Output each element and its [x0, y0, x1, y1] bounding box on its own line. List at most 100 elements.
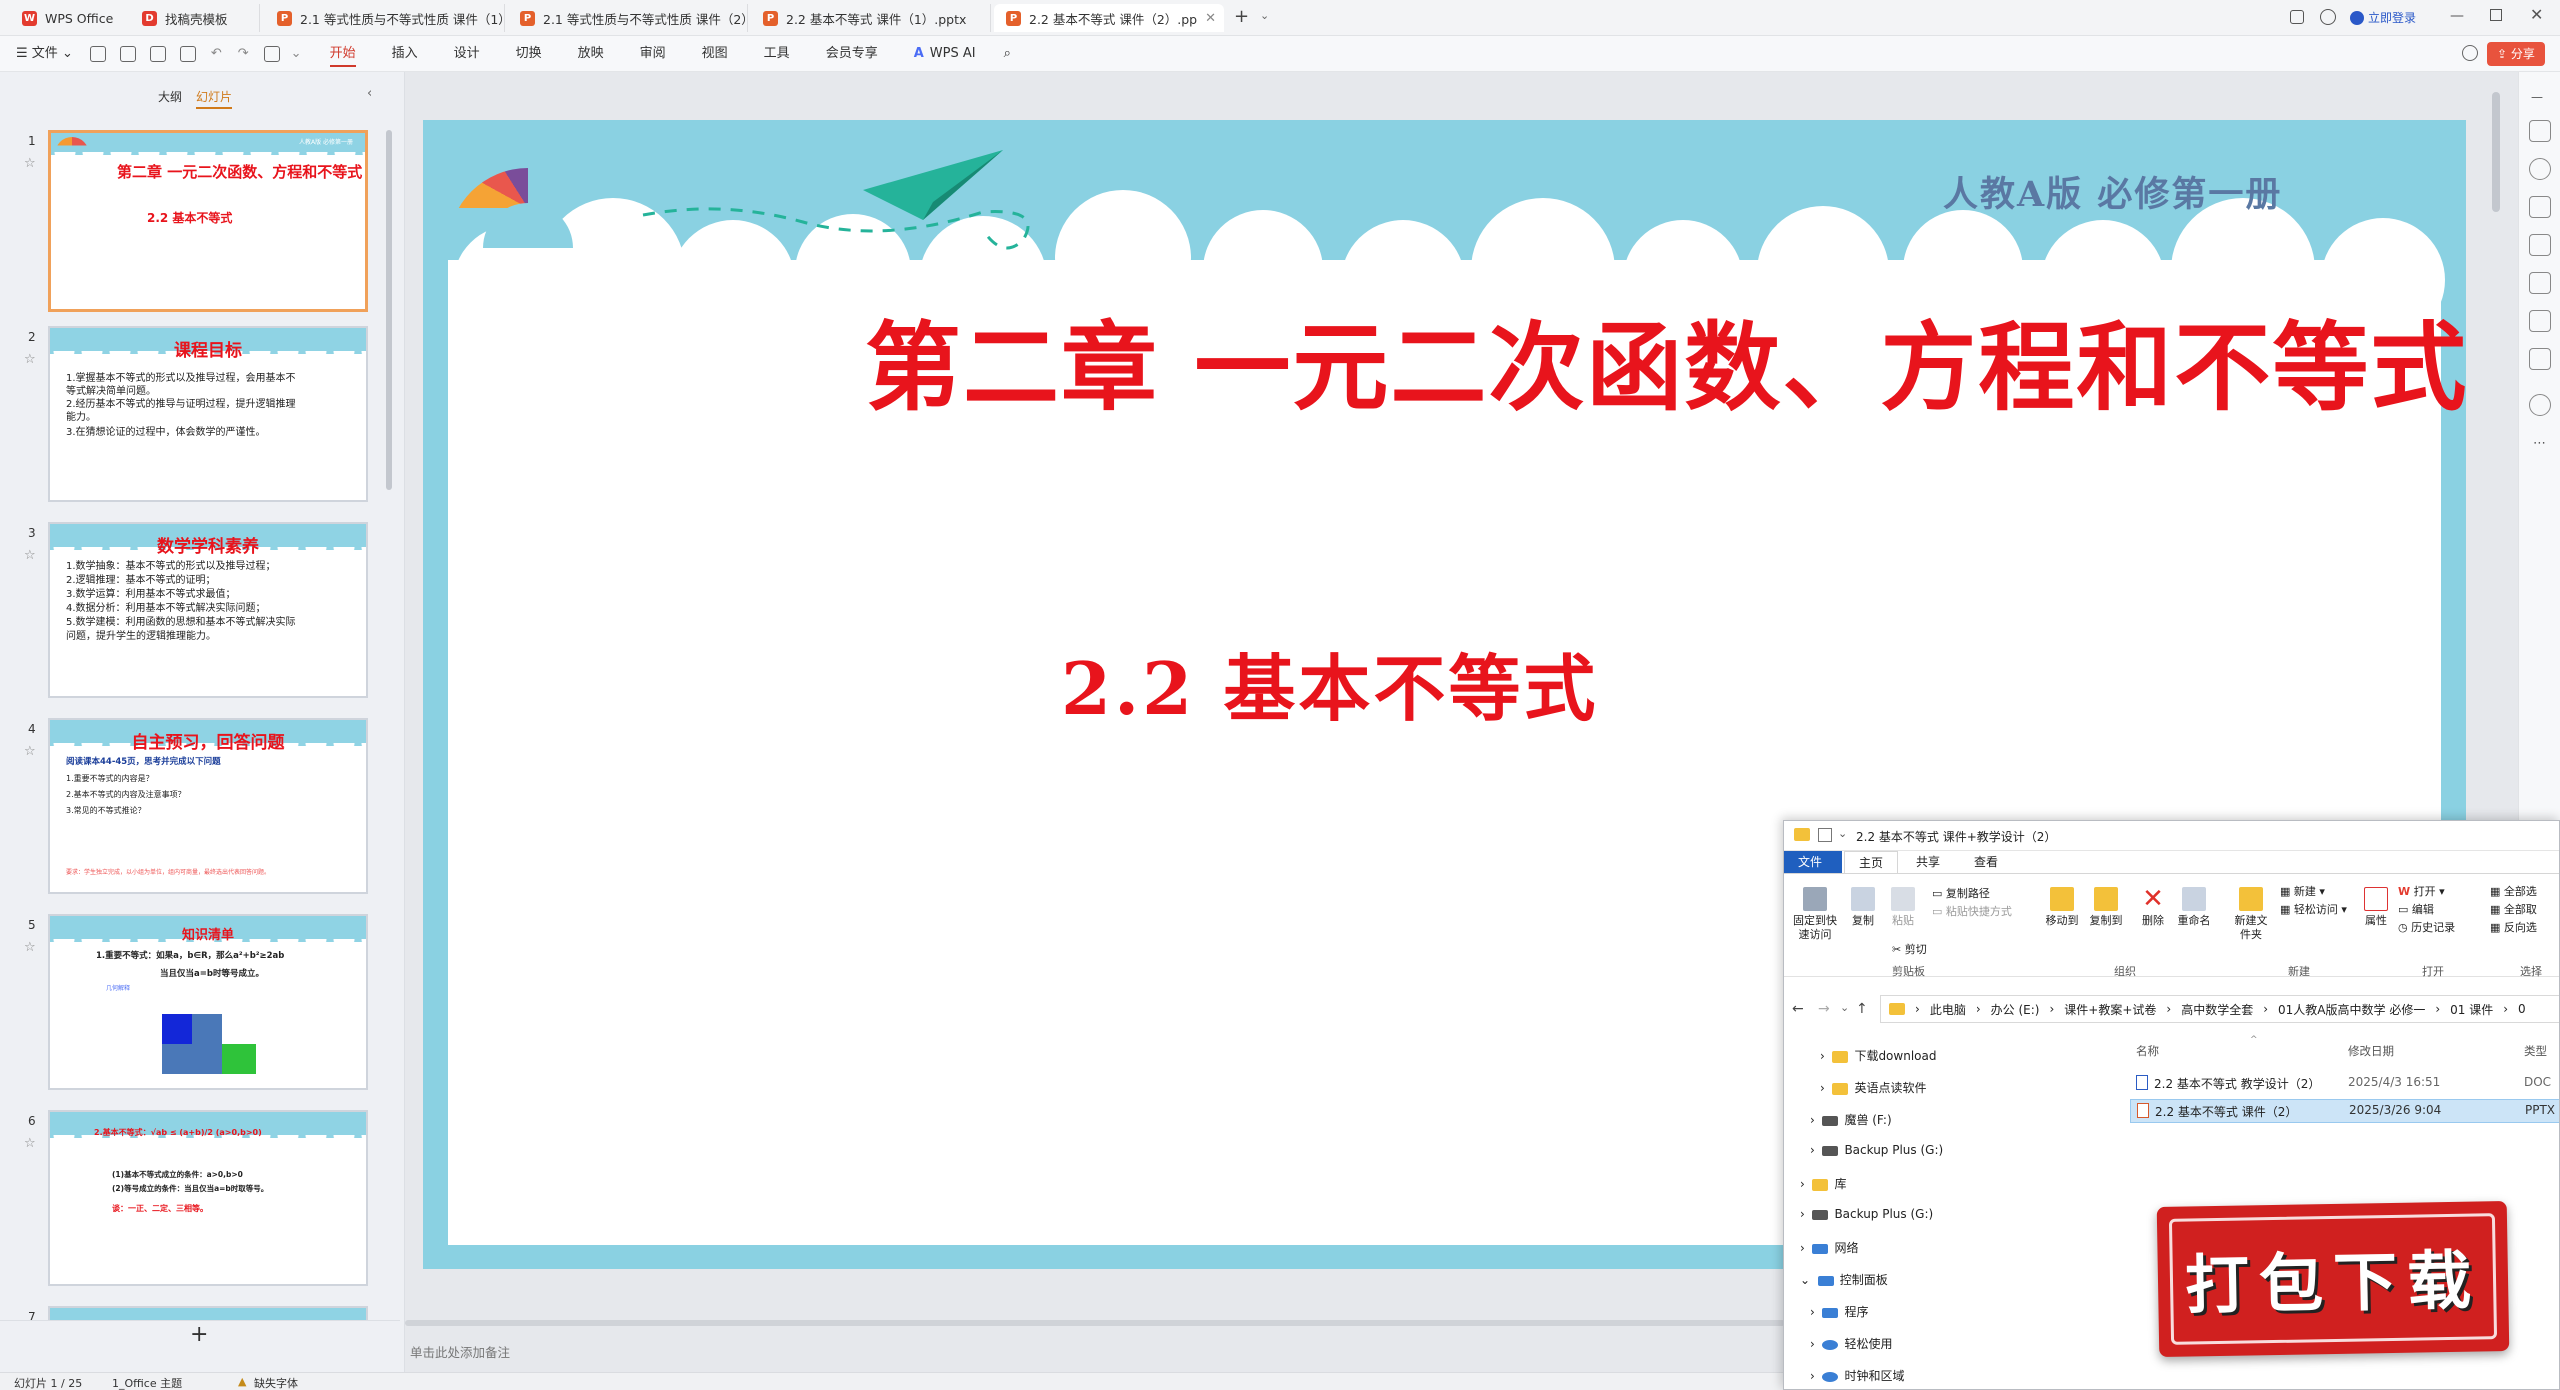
- copy-to-button[interactable]: 复制到: [2086, 887, 2126, 928]
- column-name[interactable]: 名称: [2136, 1043, 2159, 1059]
- favorite-icon[interactable]: [2529, 158, 2551, 180]
- properties-button[interactable]: 属性: [2360, 887, 2392, 928]
- ribbon-tab-file[interactable]: 文件: [1784, 851, 1842, 873]
- move-to-button[interactable]: 移动到: [2042, 887, 2082, 928]
- copy-button[interactable]: 复制: [1844, 887, 1882, 928]
- menu-transition[interactable]: 切换: [498, 36, 560, 72]
- export-pdf-icon[interactable]: [119, 45, 136, 62]
- menu-view[interactable]: 视图: [684, 36, 746, 72]
- copy-path-button[interactable]: ▭ 复制路径: [1932, 885, 1990, 901]
- slides-tab[interactable]: 幻灯片: [196, 88, 233, 109]
- tree-item-clock-region[interactable]: › 时钟和区域: [1810, 1367, 1904, 1384]
- copy-style-icon[interactable]: [2529, 196, 2551, 218]
- select-none-button[interactable]: ▦ 全部取: [2490, 901, 2537, 917]
- canvas-scrollbar[interactable]: [2492, 92, 2500, 212]
- theme-indicator[interactable]: 1_Office 主题: [112, 1375, 182, 1390]
- star-icon[interactable]: ☆: [24, 548, 36, 563]
- download-badge[interactable]: 打包下载: [2156, 1200, 2510, 1358]
- slide-title[interactable]: 第二章 一元二次函数、方程和不等式: [865, 290, 2466, 429]
- tree-item-network[interactable]: › 网络: [1800, 1239, 1858, 1256]
- qa-dropdown-icon[interactable]: ⌄: [1838, 827, 1847, 840]
- up-arrow-icon[interactable]: ↑: [1856, 1001, 1868, 1017]
- login-button[interactable]: 立即登录: [2350, 9, 2416, 26]
- outline-tab[interactable]: 大纲: [158, 88, 182, 105]
- layout-icon[interactable]: [2529, 310, 2551, 332]
- cut-button[interactable]: ✂ 剪切: [1892, 941, 1927, 957]
- column-modified[interactable]: 修改日期: [2348, 1043, 2394, 1059]
- tools-icon[interactable]: [2529, 234, 2551, 256]
- tree-item-english-reader[interactable]: › 英语点读软件: [1820, 1079, 1926, 1096]
- star-icon[interactable]: ☆: [24, 352, 36, 367]
- close-window-icon[interactable]: ✕: [2530, 5, 2543, 24]
- easy-access-button[interactable]: ▦ 轻松访问 ▾: [2280, 901, 2347, 917]
- collapse-panel-icon[interactable]: ‹: [367, 86, 372, 101]
- star-icon[interactable]: ☆: [24, 744, 36, 759]
- recent-locations-icon[interactable]: ⌄: [1840, 1001, 1849, 1014]
- search-icon[interactable]: ⌕: [994, 36, 1021, 72]
- tab-template[interactable]: D 找稿壳模板: [130, 4, 260, 32]
- menu-home[interactable]: 开始: [312, 36, 374, 72]
- add-slide-button[interactable]: +: [190, 1322, 208, 1347]
- slide-thumb-7[interactable]: [48, 1306, 368, 1320]
- tree-item-backup-plus[interactable]: › Backup Plus (G:): [1800, 1207, 1933, 1221]
- slide-thumb-6[interactable]: 2.基本不等式：√ab ≤ (a+b)/2 (a>0,b>0) (1)基本不等式…: [48, 1110, 368, 1286]
- delete-button[interactable]: ✕ 删除: [2136, 886, 2170, 928]
- smart-tools-icon[interactable]: [2529, 120, 2551, 142]
- maximize-icon[interactable]: [2490, 9, 2502, 21]
- tree-item-library[interactable]: › 库: [1800, 1175, 1846, 1192]
- page-indicator[interactable]: 幻灯片 1 / 25: [14, 1375, 82, 1390]
- history-button[interactable]: ◷ 历史记录: [2398, 919, 2455, 935]
- tree-item-control-panel[interactable]: ⌄ 控制面板: [1800, 1271, 1888, 1288]
- help-icon[interactable]: [2529, 394, 2551, 416]
- slide-subtitle[interactable]: 2.2 基本不等式: [1061, 630, 1598, 735]
- menu-slideshow[interactable]: 放映: [560, 36, 622, 72]
- ribbon-tab-view[interactable]: 查看: [1960, 851, 2012, 873]
- minimize-icon[interactable]: —: [2450, 8, 2464, 24]
- star-icon[interactable]: ☆: [24, 1136, 36, 1151]
- book-icon[interactable]: [2529, 348, 2551, 370]
- missing-font-indicator[interactable]: 缺失字体: [254, 1375, 298, 1390]
- menu-design[interactable]: 设计: [436, 36, 498, 72]
- tab-doc-2-2-b-active[interactable]: P 2.2 基本不等式 课件（2）.pp ✕: [994, 4, 1224, 32]
- menu-member[interactable]: 会员专享: [808, 36, 896, 72]
- open-button[interactable]: W 打开 ▾: [2398, 883, 2445, 899]
- tab-list-chevron-icon[interactable]: ⌄: [1260, 9, 1269, 22]
- print-icon[interactable]: [149, 45, 166, 62]
- new-folder-button[interactable]: 新建文件夹: [2230, 887, 2272, 942]
- print-preview-icon[interactable]: [179, 45, 196, 62]
- file-row[interactable]: 2.2 基本不等式 教学设计（2） 2025/4/3 16:51 DOC: [2130, 1071, 2559, 1095]
- slide-thumb-4[interactable]: 自主预习，回答问题 阅读课本44-45页，思考并完成以下问题 1.重要不等式的内…: [48, 718, 368, 894]
- save-icon[interactable]: [89, 45, 106, 62]
- paste-button[interactable]: 粘贴: [1884, 887, 1922, 928]
- edit-button[interactable]: ▭ 编辑: [2398, 901, 2434, 917]
- cloud-sync-icon[interactable]: [2462, 45, 2478, 61]
- forward-arrow-icon[interactable]: →: [1818, 1001, 1830, 1017]
- back-arrow-icon[interactable]: ←: [1792, 1001, 1804, 1017]
- tab-wps-home[interactable]: W WPS Office: [10, 4, 125, 32]
- tab-doc-2-2-a[interactable]: P 2.2 基本不等式 课件（1）.pptx: [751, 4, 991, 32]
- menu-wps-ai[interactable]: A WPS AI: [896, 36, 994, 72]
- tree-item-programs[interactable]: › 程序: [1810, 1303, 1868, 1320]
- address-bar[interactable]: › 此电脑 › 办公 (E:) › 课件+教案+试卷 › 高中数学全套 › 01人教A版高…: [1880, 995, 2559, 1023]
- menu-insert[interactable]: 插入: [374, 36, 436, 72]
- rename-button[interactable]: 重命名: [2174, 887, 2214, 928]
- slide-thumb-1[interactable]: 人教A版 必修第一册 第二章 一元二次函数、方程和不等式 2.2 基本不等式: [48, 130, 368, 312]
- ribbon-tab-share[interactable]: 共享: [1902, 851, 1954, 873]
- star-icon[interactable]: ☆: [24, 156, 36, 171]
- close-tab-icon[interactable]: ✕: [1205, 11, 1216, 26]
- invert-selection-button[interactable]: ▦ 反向选: [2490, 919, 2537, 935]
- star-icon[interactable]: ☆: [24, 940, 36, 955]
- tree-item-drive-g[interactable]: › Backup Plus (G:): [1810, 1143, 1943, 1157]
- menu-tools[interactable]: 工具: [746, 36, 808, 72]
- new-tab-plus-icon[interactable]: +: [1234, 6, 1249, 27]
- tab-doc-2-1-b[interactable]: P 2.1 等式性质与不等式性质 课件（2）: [508, 4, 748, 32]
- notes-splitter[interactable]: [405, 1320, 1785, 1326]
- thumbnail-scrollbar[interactable]: [386, 130, 392, 490]
- window-restore-icon[interactable]: [2290, 10, 2304, 24]
- select-all-button[interactable]: ▦ 全部选: [2490, 883, 2537, 899]
- slide-thumb-2[interactable]: 课程目标 1.掌握基本不等式的形式以及推导过程，会用基本不 等式解决简单问题。 …: [48, 326, 368, 502]
- tree-item-drive-f[interactable]: › 魔兽 (F:): [1810, 1111, 1892, 1128]
- collapse-toolbar-icon[interactable]: —: [2531, 90, 2543, 104]
- column-type[interactable]: 类型: [2524, 1043, 2547, 1059]
- notes-placeholder[interactable]: 单击此处添加备注: [410, 1342, 510, 1361]
